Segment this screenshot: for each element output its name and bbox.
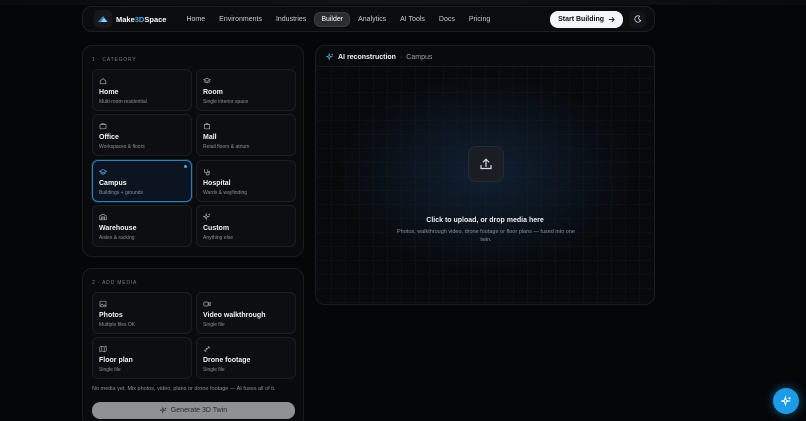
upload-icon — [479, 157, 493, 171]
media-card-floor-plan[interactable]: Floor plan Single file — [92, 337, 192, 379]
media-subtitle: Single file — [203, 322, 225, 328]
upload-description: Photos, walkthrough video, drone footage… — [397, 229, 575, 243]
layers-icon — [203, 77, 211, 85]
ai-assistant-fab[interactable] — [773, 388, 799, 414]
media-empty-note: No media yet. Mix photos, video, plans o… — [92, 386, 276, 392]
media-subtitle: Multiple files OK — [99, 322, 136, 328]
nav-link-industries[interactable]: Industries — [270, 13, 312, 26]
category-card-room[interactable]: Room Single interior space — [196, 69, 296, 111]
top-navbar: Make3DSpace Home Environments Industries… — [82, 6, 655, 32]
nav-link-builder[interactable]: Builder — [314, 11, 351, 27]
category-card-warehouse[interactable]: Warehouse Aisles & racking — [92, 205, 192, 247]
map-icon — [99, 345, 107, 353]
media-subtitle: Single file — [203, 367, 225, 373]
category-subtitle: Retail floors & atrium — [203, 144, 250, 150]
category-section-label: 1 · CATEGORY — [92, 57, 137, 63]
category-card-custom[interactable]: Custom Anything else — [196, 205, 296, 247]
category-title: Office — [99, 134, 119, 141]
shopping-bag-icon — [203, 122, 211, 130]
start-building-label: Start Building — [558, 15, 604, 23]
category-subtitle: Anything else — [203, 235, 234, 241]
nav-links: Home Environments Industries Builder Ana… — [180, 11, 496, 27]
category-panel: 1 · CATEGORY Home Multi-room residential… — [82, 45, 304, 257]
selected-indicator — [184, 165, 187, 168]
category-title: Home — [99, 89, 119, 96]
category-subtitle: Wards & wayfinding — [203, 190, 247, 196]
reconstruction-panel: AI reconstruction · Campus Click to uplo… — [315, 45, 655, 305]
stethoscope-icon — [203, 168, 211, 176]
media-title: Drone footage — [203, 357, 251, 364]
nav-link-home[interactable]: Home — [180, 13, 211, 26]
generate-3d-twin-button[interactable]: Generate 3D Twin — [92, 402, 295, 419]
reconstruction-title: AI reconstruction — [338, 53, 396, 61]
category-card-mall[interactable]: Mall Retail floors & atrium — [196, 114, 296, 156]
media-section-label: 2 · ADD MEDIA — [92, 280, 138, 286]
media-title: Photos — [99, 312, 123, 319]
theme-toggle-button[interactable] — [629, 10, 646, 28]
reconstruction-subtitle: Campus — [406, 53, 433, 61]
media-card-video-walkthrough[interactable]: Video walkthrough Single file — [196, 292, 296, 334]
media-drop-zone[interactable]: Click to upload, or drop media here Phot… — [317, 67, 653, 303]
house-icon — [99, 77, 107, 85]
sparkles-icon — [203, 213, 211, 221]
image-icon — [99, 300, 107, 308]
category-subtitle: Single interior space — [203, 99, 249, 105]
brand-logo-icon — [94, 10, 112, 28]
category-title: Custom — [203, 225, 230, 232]
reconstruction-header: AI reconstruction · Campus — [326, 53, 432, 61]
upload-title: Click to upload, or drop media here — [426, 217, 544, 224]
nav-link-docs[interactable]: Docs — [433, 13, 461, 26]
category-card-campus[interactable]: Campus Buildings + grounds — [92, 160, 192, 202]
drone-icon — [203, 345, 211, 353]
video-icon — [203, 300, 211, 308]
category-subtitle: Buildings + grounds — [99, 190, 144, 196]
category-subtitle: Multi-room residential — [99, 99, 147, 105]
arrow-right-icon — [608, 16, 615, 23]
nav-link-environments[interactable]: Environments — [213, 13, 268, 26]
media-title: Floor plan — [99, 357, 133, 364]
brand-name: Make3DSpace — [116, 14, 167, 24]
upload-icon-box[interactable] — [468, 146, 504, 182]
category-card-hospital[interactable]: Hospital Wards & wayfinding — [196, 160, 296, 202]
media-subtitle: Single file — [99, 367, 121, 373]
top-strip — [0, 0, 806, 5]
category-title: Hospital — [203, 180, 231, 187]
category-subtitle: Aisles & racking — [99, 235, 135, 241]
category-title: Mall — [203, 134, 217, 141]
media-title: Video walkthrough — [203, 312, 266, 319]
media-card-photos[interactable]: Photos Multiple files OK — [92, 292, 192, 334]
category-card-home[interactable]: Home Multi-room residential — [92, 69, 192, 111]
nav-link-analytics[interactable]: Analytics — [352, 13, 392, 26]
category-title: Warehouse — [99, 225, 137, 232]
graduation-cap-icon — [99, 168, 107, 176]
category-subtitle: Workspaces & floors — [99, 144, 145, 150]
generate-button-label: Generate 3D Twin — [170, 407, 228, 414]
briefcase-icon — [99, 122, 107, 130]
media-card-drone-footage[interactable]: Drone footage Single file — [196, 337, 296, 379]
moon-icon — [633, 15, 642, 23]
warehouse-icon — [99, 213, 107, 221]
start-building-button[interactable]: Start Building — [550, 10, 623, 28]
sparkles-icon — [780, 395, 792, 407]
brand[interactable]: Make3DSpace — [94, 10, 166, 28]
nav-link-pricing[interactable]: Pricing — [463, 13, 496, 26]
category-title: Room — [203, 89, 223, 96]
sparkles-icon — [326, 53, 334, 61]
sparkles-icon — [159, 407, 167, 414]
category-title: Campus — [99, 180, 127, 187]
nav-link-ai-tools[interactable]: AI Tools — [394, 13, 431, 26]
media-panel: 2 · ADD MEDIA Photos Multiple files OK V… — [82, 268, 304, 421]
category-card-office[interactable]: Office Workspaces & floors — [92, 114, 192, 156]
reconstruction-separator: · — [399, 53, 403, 61]
